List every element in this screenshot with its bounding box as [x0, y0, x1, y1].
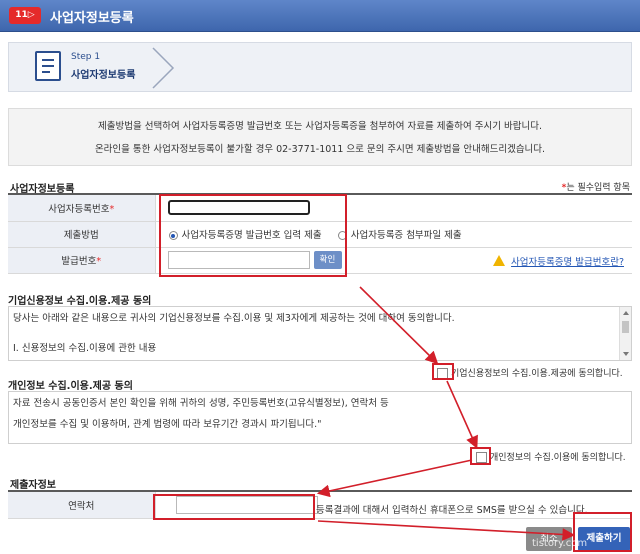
- personal-consent-agree: 개인정보의 수집.이용에 동의합니다.: [476, 450, 626, 463]
- notice-line-1: 제출방법을 선택하여 사업자등록증명 발급번호 또는 사업자등록증을 첨부하여 …: [98, 121, 542, 132]
- notice-line-2: 온라인을 통한 사업자정보등록이 불가할 경우 02-3771-1011 으로 …: [94, 144, 546, 155]
- corp-consent-scrollbar[interactable]: [619, 307, 631, 360]
- personal-consent-text: 자료 전송시 공동인증서 본인 확인을 위해 귀하의 성명, 주민등록번호(고유…: [8, 391, 632, 444]
- app-logo: 11▷: [9, 7, 41, 24]
- window-title: 사업자정보등록: [50, 11, 134, 26]
- submitter-section-title: 제출자정보: [10, 480, 56, 491]
- corp-consent-title: 기업신용정보 수집.이용.제공 동의: [8, 296, 152, 307]
- corp-consent-line-1: 당사는 아래와 같은 내용으로 귀사의 기업신용정보를 수집.이용 및 제3자에…: [13, 313, 455, 324]
- watermark: tistory.com: [532, 538, 588, 549]
- annotation-box-corp-checkbox: [432, 363, 454, 380]
- required-note: *는 필수입력 항목: [561, 183, 630, 193]
- issue-label: 발급번호*: [8, 247, 156, 274]
- notice-box: 제출방법을 선택하여 사업자등록증명 발급번호 또는 사업자등록증을 첨부하여 …: [8, 108, 632, 166]
- sms-note: 등록결과에 대해서 입력하신 휴대폰으로 SMS를 받으실 수 있습니다.: [316, 505, 588, 516]
- window-titlebar: 11▷ 사업자정보등록: [0, 0, 640, 32]
- method-label: 제출방법: [8, 221, 156, 248]
- corp-consent-text: 당사는 아래와 같은 내용으로 귀사의 기업신용정보를 수집.이용 및 제3자에…: [8, 306, 632, 361]
- annotation-box-business-fields: [159, 194, 347, 277]
- contact-label: 연락처: [8, 492, 156, 519]
- corp-consent-agree-label: 기업신용정보의 수집.이용.제공에 동의합니다.: [451, 369, 623, 379]
- annotation-box-contact: [153, 494, 315, 520]
- personal-consent-line-1: 자료 전송시 공동인증서 본인 확인을 위해 귀하의 성명, 주민등록번호(고유…: [13, 398, 389, 409]
- annotation-arrow-3: [316, 459, 473, 498]
- step-indicator: Step 1 사업자정보등록: [8, 42, 632, 92]
- personal-consent-agree-label: 개인정보의 수집.이용에 동의합니다.: [490, 453, 626, 463]
- bizno-label: 사업자등록번호*: [8, 195, 156, 222]
- corp-consent-line-2: Ⅰ. 신용정보의 수집.이용에 관한 내용: [13, 343, 157, 354]
- step-name: 사업자정보등록: [71, 70, 136, 81]
- document-check-icon: [35, 51, 61, 81]
- corp-consent-agree: 기업신용정보의 수집.이용.제공에 동의합니다.: [437, 366, 623, 379]
- issue-number-help-link[interactable]: 사업자등록증명 발급번호란?: [511, 257, 624, 268]
- personal-consent-line-2: 개인정보를 수집 및 이용하며, 관계 법령에 따라 보유기간 경과시 파기됩니…: [13, 419, 322, 430]
- warning-icon: [493, 255, 506, 266]
- step-number: Step 1: [71, 52, 101, 62]
- annotation-box-personal-checkbox: [470, 447, 491, 465]
- method-option-2-label: 사업자등록증 첨부파일 제출: [350, 230, 462, 241]
- personal-consent-title: 개인정보 수집.이용.제공 동의: [8, 381, 133, 392]
- chevron-right-icon: [152, 47, 175, 89]
